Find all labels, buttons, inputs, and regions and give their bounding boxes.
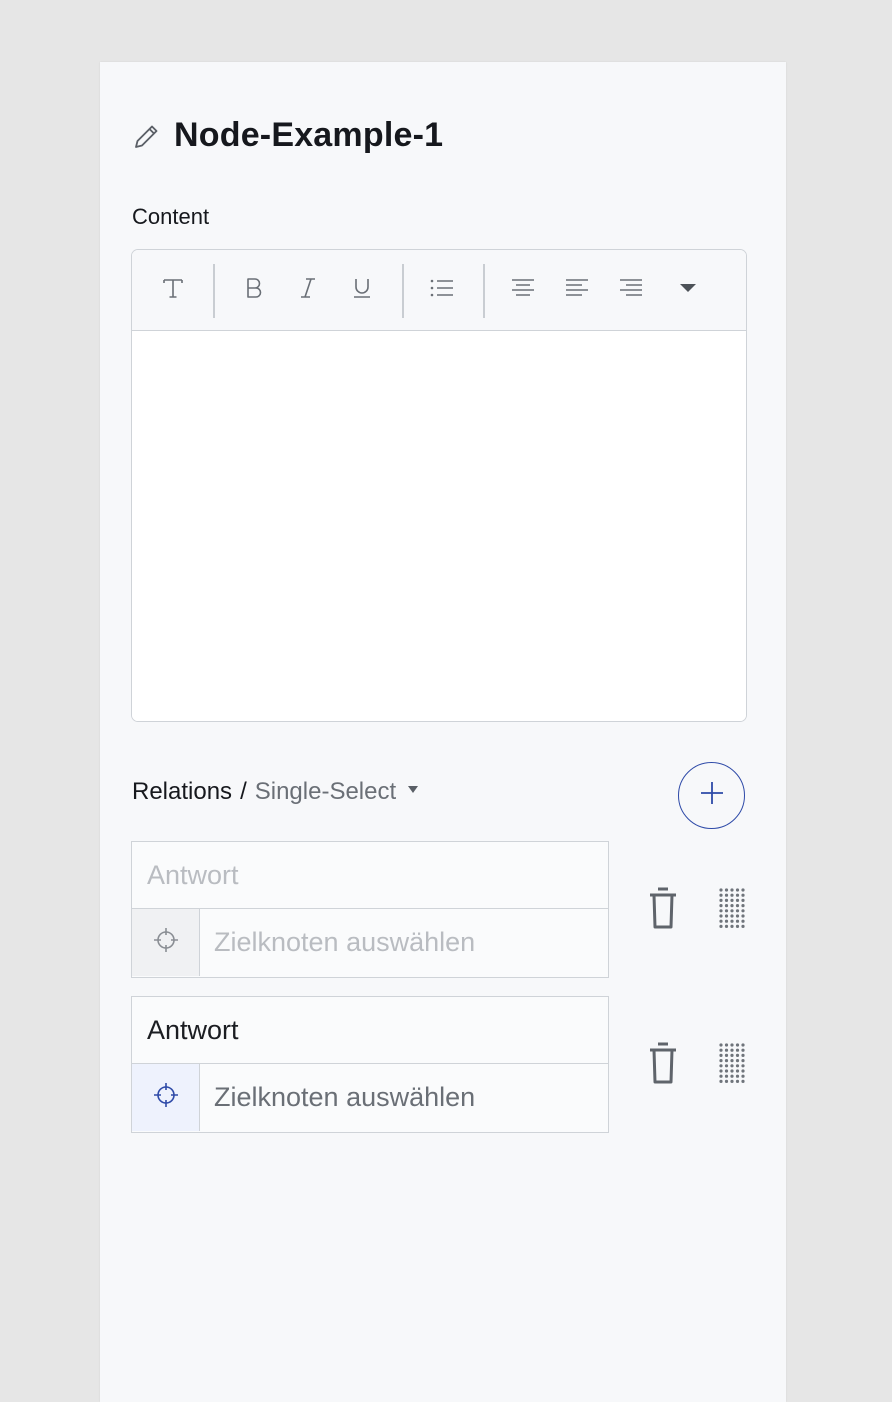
italic-icon <box>296 276 320 305</box>
rich-text-editor <box>131 249 747 722</box>
list-icon <box>429 276 455 305</box>
drag-handle[interactable] <box>712 886 752 934</box>
bold-button[interactable] <box>234 270 274 310</box>
relations-label: Relations <box>132 778 233 805</box>
underline-button[interactable] <box>342 270 382 310</box>
answer-input[interactable]: Antwort <box>132 997 608 1064</box>
target-node-row: Zielknoten auswählen <box>132 909 608 976</box>
relation-item: Antwort Zielknoten auswählen <box>131 996 609 1133</box>
relation-mode-dropdown[interactable]: Single-Select <box>254 778 419 806</box>
crosshair-icon <box>152 1081 180 1114</box>
relations-separator: / <box>240 778 247 805</box>
editor-content-area[interactable] <box>132 331 746 721</box>
drag-handle-icon <box>718 887 746 934</box>
add-relation-button[interactable] <box>678 762 745 829</box>
target-node-row: Zielknoten auswählen <box>132 1064 608 1131</box>
bullet-list-button[interactable] <box>422 270 462 310</box>
drag-handle[interactable] <box>712 1041 752 1089</box>
toolbar-divider <box>213 264 215 318</box>
crosshair-icon <box>152 926 180 959</box>
relation-mode-label: Single-Select <box>254 778 397 805</box>
drag-handle-icon <box>718 1042 746 1089</box>
align-left-icon <box>564 276 590 305</box>
relation-item: Antwort Zielknoten auswählen <box>131 841 609 978</box>
editor-toolbar <box>132 250 746 331</box>
align-center-button[interactable] <box>503 270 543 310</box>
caret-down-icon <box>679 281 697 299</box>
align-right-icon <box>618 276 644 305</box>
italic-button[interactable] <box>288 270 328 310</box>
trash-icon <box>647 886 679 935</box>
node-editor-panel: Node-Example-1 Content Relations / Singl… <box>100 62 786 1402</box>
toolbar-divider <box>483 264 485 318</box>
plus-icon <box>698 779 726 812</box>
node-title-row: Node-Example-1 <box>132 116 443 155</box>
target-node-select[interactable]: Zielknoten auswählen <box>200 909 608 976</box>
pencil-icon[interactable] <box>132 121 162 151</box>
align-right-button[interactable] <box>611 270 651 310</box>
toolbar-divider <box>402 264 404 318</box>
target-picker-button[interactable] <box>132 909 200 976</box>
target-node-select[interactable]: Zielknoten auswählen <box>200 1064 608 1131</box>
align-left-button[interactable] <box>557 270 597 310</box>
target-picker-button[interactable] <box>132 1064 200 1131</box>
align-center-icon <box>510 276 536 305</box>
text-icon <box>161 276 185 305</box>
trash-icon <box>647 1041 679 1090</box>
underline-icon <box>350 276 374 305</box>
node-title[interactable]: Node-Example-1 <box>174 116 443 155</box>
bold-icon <box>242 276 266 305</box>
content-label: Content <box>132 204 210 229</box>
answer-input[interactable]: Antwort <box>132 842 608 909</box>
caret-down-icon <box>408 785 419 793</box>
more-options-button[interactable] <box>668 270 708 310</box>
delete-relation-button[interactable] <box>643 886 683 934</box>
text-style-button[interactable] <box>153 270 193 310</box>
delete-relation-button[interactable] <box>643 1041 683 1089</box>
relations-header: Relations / Single-Select <box>132 778 419 806</box>
